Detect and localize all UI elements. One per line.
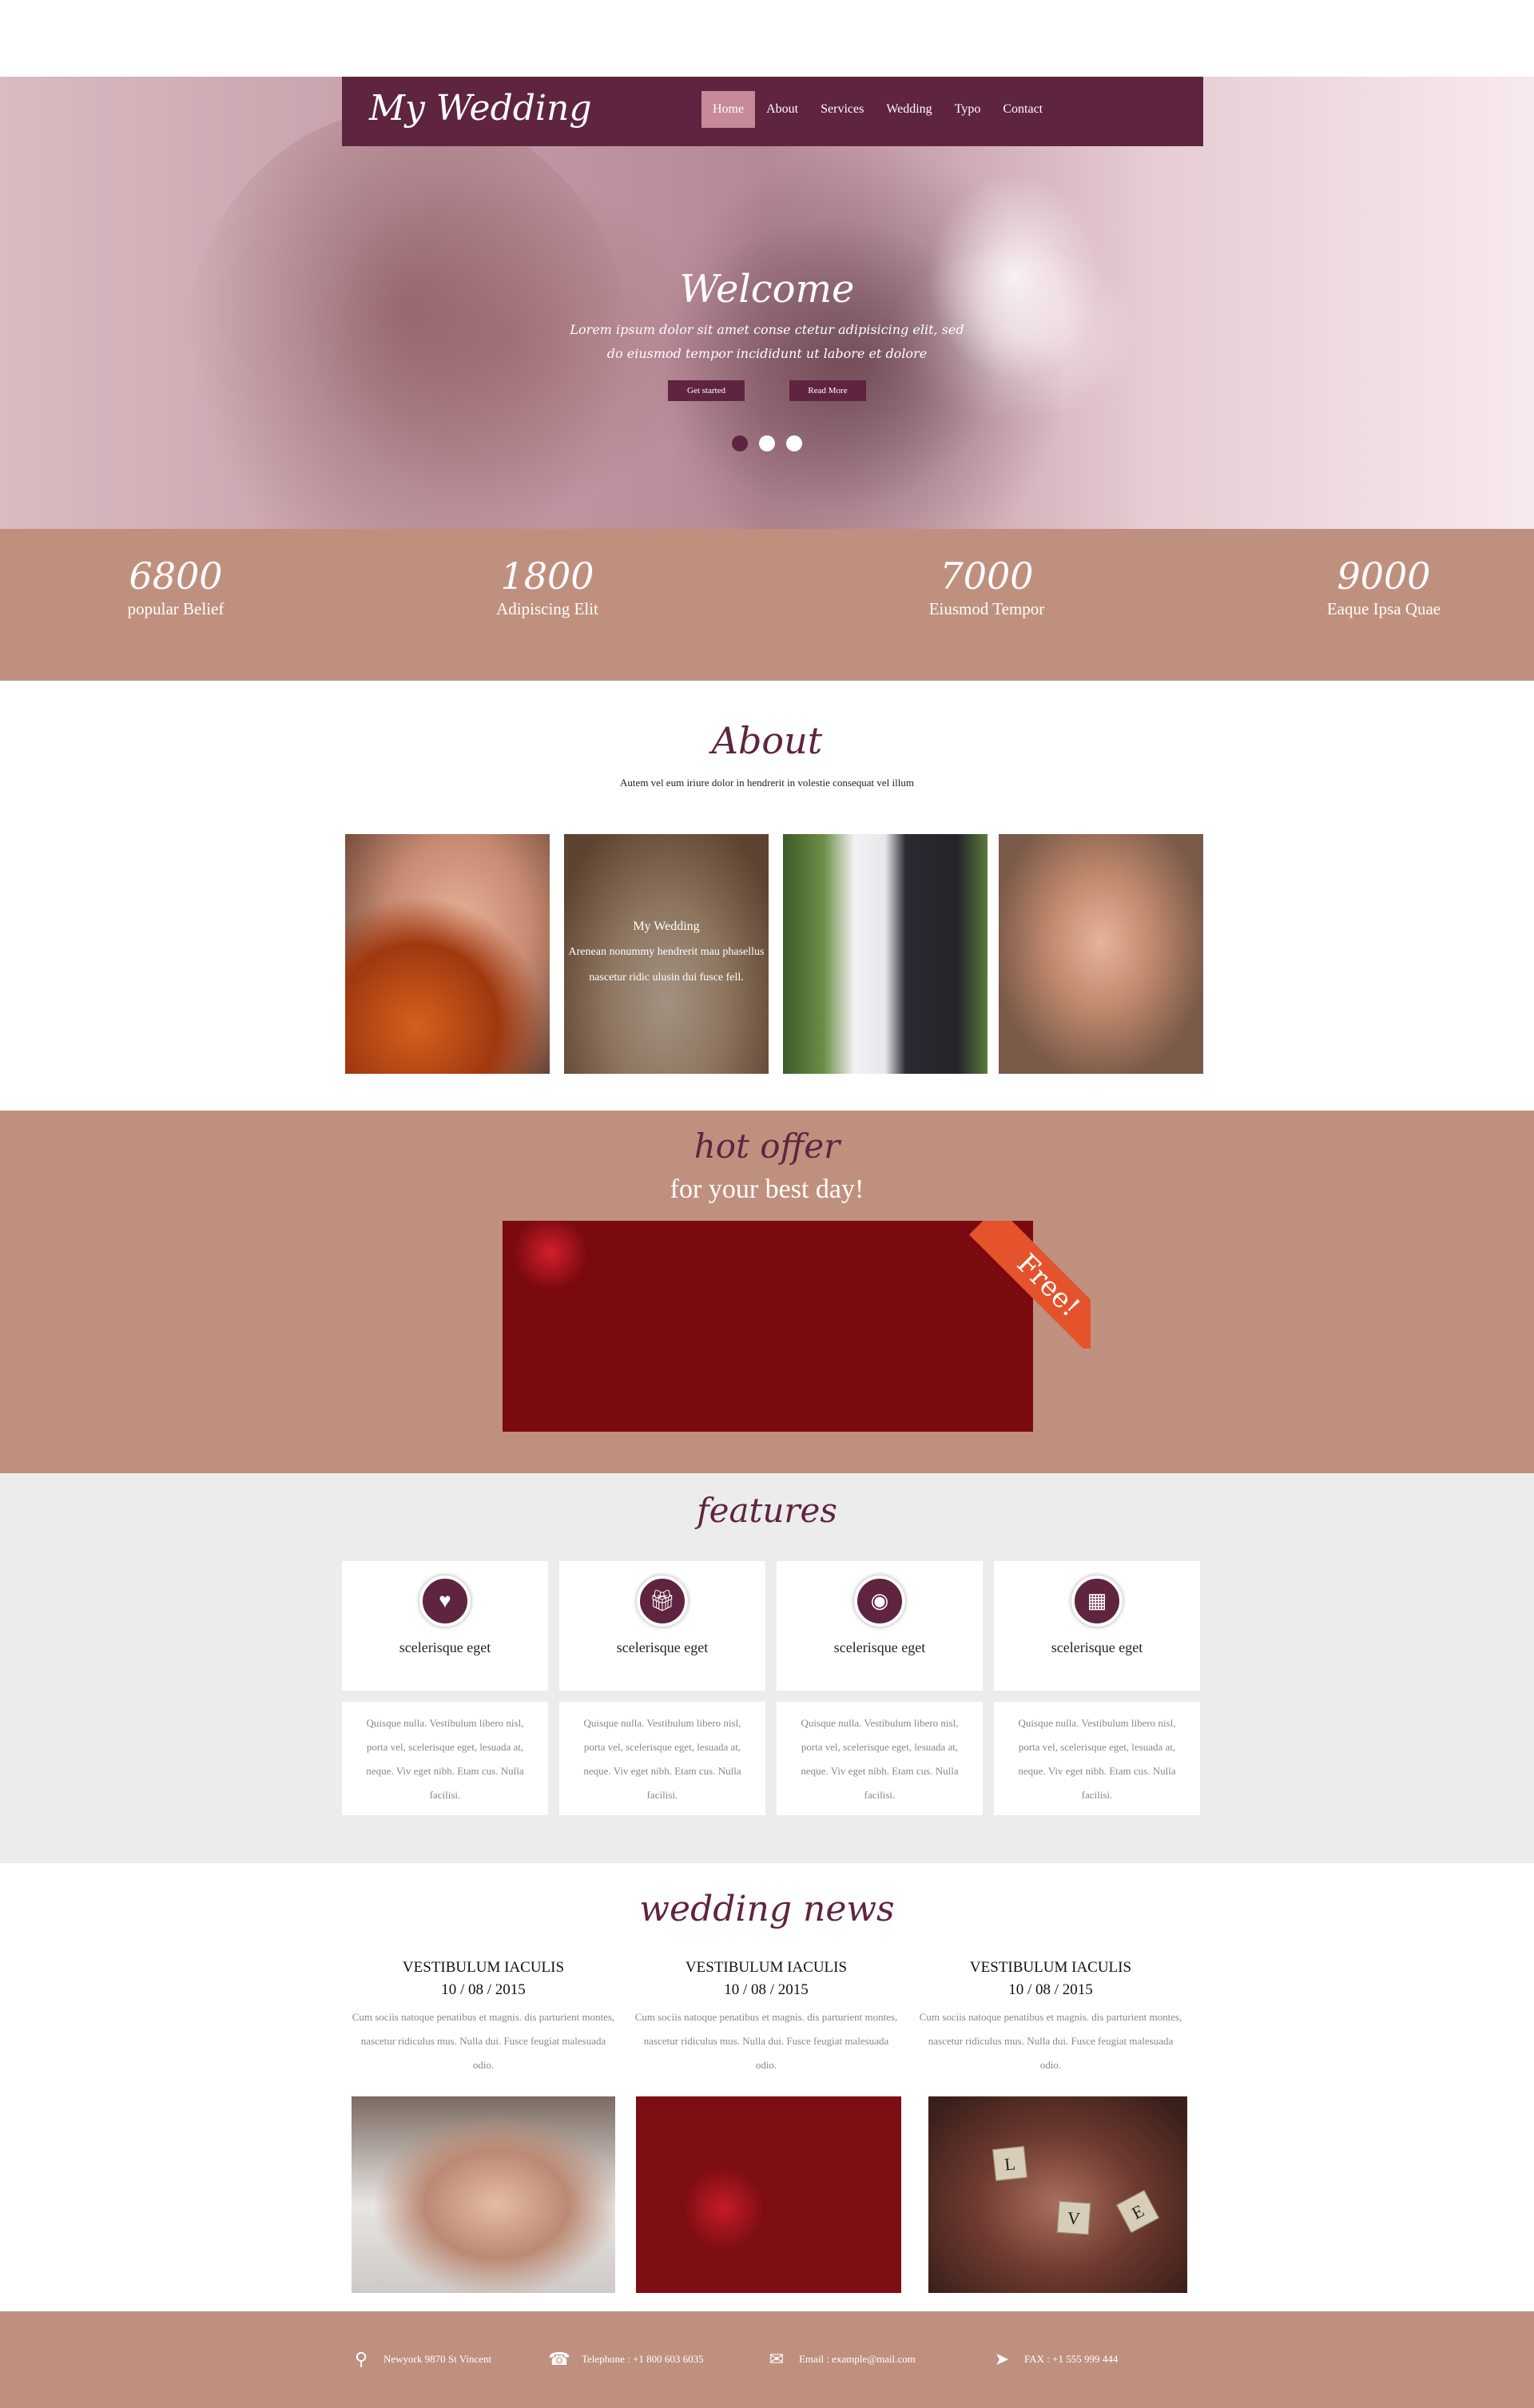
address-text: Newyork 9870 St Vincent [384,2353,492,2365]
hero-buttons: Get started Read More [0,380,1534,401]
footer-telephone: ☎ Telephone : +1 800 603 6035 [548,2348,704,2370]
gift-icon: 🎁︎ [637,1576,688,1627]
nav-item-wedding[interactable]: Wedding [875,91,943,128]
top-navbar: My Wedding Home About Services Wedding T… [342,77,1203,146]
stat-value: 6800 [129,554,223,598]
hero-welcome: Welcome Lorem ipsum dolor sit amet conse… [0,267,1534,366]
stat-value: 7000 [940,554,1034,598]
nav-item-contact[interactable]: Contact [992,91,1054,128]
about-subtitle: Autem vel eum iriure dolor in hendrerit … [620,777,914,789]
feature-text: Quisque nulla. Vestibulum libero nisl, p… [777,1702,983,1815]
stat-value: 9000 [1337,554,1431,598]
feature-card[interactable]: ▦ scelerisque eget [994,1561,1200,1691]
news-heading[interactable]: VESTIBULUM IACULIS [919,1959,1182,1977]
get-started-button[interactable]: Get started [668,380,745,401]
news-heading[interactable]: VESTIBULUM IACULIS [634,1959,898,1977]
stat-label: Adipiscing Elit [496,599,598,618]
fax-text: FAX : +1 555 999 444 [1024,2353,1119,2365]
feature-label: scelerisque eget [833,1639,926,1655]
feature-card[interactable]: 🎁︎ scelerisque eget [559,1561,765,1691]
news-date: 10 / 08 / 2015 [441,1981,526,1998]
slider-dot-1[interactable] [732,435,748,451]
stat-item: 7000 Eiusmod Tempor [867,554,1107,619]
gallery-photo-rings[interactable] [345,834,550,1074]
hero-text: Lorem ipsum dolor sit amet conse ctetur … [570,322,964,361]
feature-label: scelerisque eget [399,1639,491,1655]
nav-item-home[interactable]: Home [701,91,756,128]
gallery-photo-cake[interactable]: My Wedding Arenean nonummy hendrerit mau… [564,834,769,1074]
envelope-icon: ✉ [769,2349,785,2369]
slider-dot-3[interactable] [786,435,802,451]
stat-item: 9000 Eaque Ipsa Quae [1264,554,1504,619]
news-heading[interactable]: VESTIBULUM IACULIS [352,1959,615,1977]
overlay-text: Arenean nonummy hendrerit mau phasellus … [568,946,765,983]
news-item: VESTIBULUM IACULIS 10 / 08 / 2015 Cum so… [352,1959,615,2077]
stat-item: 6800 popular Belief [56,554,296,619]
news-title: wedding news [639,1889,895,1929]
feature-label: scelerisque eget [1051,1639,1143,1655]
heart-icon: ♥ [419,1576,471,1627]
hot-offer-section: hot offer for your best day! [0,1111,1534,1473]
news-item: VESTIBULUM IACULIS 10 / 08 / 2015 Cum so… [919,1959,1182,2077]
stat-item: 1800 Adipiscing Elit [427,554,667,619]
love-tile: V [1056,2200,1091,2235]
slider-dots [0,435,1534,451]
footer-address: ⚲ Newyork 9870 St Vincent [350,2348,491,2370]
feature-card[interactable]: ◉ scelerisque eget [777,1561,983,1691]
news-text: Cum sociis natoque penatibus et magnis. … [634,2011,898,2071]
love-tile: L [992,2146,1027,2181]
feature-card[interactable]: ♥ scelerisque eget [342,1561,548,1691]
feature-text: Quisque nulla. Vestibulum libero nisl, p… [342,1702,548,1815]
free-badge: Free! [969,1221,1091,1349]
read-more-button[interactable]: Read More [789,380,866,401]
site-logo[interactable]: My Wedding [369,88,591,129]
offer-roses-image[interactable] [503,1221,1033,1432]
gallery-photo-bride[interactable] [999,834,1203,1074]
offer-subtitle: for your best day! [670,1174,864,1204]
stat-label: Eiusmod Tempor [928,599,1045,618]
calendar-icon: ▦ [1071,1576,1123,1627]
news-item: VESTIBULUM IACULIS 10 / 08 / 2015 Cum so… [634,1959,898,2077]
stat-value: 1800 [500,554,594,598]
paper-plane-icon: ➤ [994,2349,1010,2369]
overlay-title: My Wedding [633,920,700,933]
slider-dot-2[interactable] [759,435,775,451]
footer-fax: ➤ FAX : +1 555 999 444 [991,2348,1118,2370]
footer: ⚲ Newyork 9870 St Vincent ☎ Telephone : … [0,2311,1534,2408]
news-photo-corsage[interactable] [636,2096,901,2293]
nav-item-services[interactable]: Services [809,91,875,128]
footer-email: ✉ Email : example@mail.com [765,2348,916,2370]
feature-text: Quisque nulla. Vestibulum libero nisl, p… [994,1702,1200,1815]
love-tile: E [1115,2189,1160,2234]
news-text: Cum sociis natoque penatibus et magnis. … [352,2011,615,2071]
feature-label: scelerisque eget [616,1639,709,1655]
free-ribbon: Free! [963,1221,1091,1349]
gallery-photo-couple[interactable] [783,834,988,1074]
map-pin-icon: ⚲ [354,2349,368,2369]
hero-title: Welcome [679,267,855,312]
news-date: 10 / 08 / 2015 [724,1981,809,1998]
features-title: features [697,1491,837,1530]
gallery-hover-overlay: My Wedding Arenean nonummy hendrerit mau… [564,834,769,1074]
camera-icon: ◉ [854,1576,905,1627]
stats-bar: 6800 popular Belief 1800 Adipiscing Elit… [0,529,1534,681]
stat-label: popular Belief [127,599,225,618]
news-photo-rings[interactable] [352,2096,615,2293]
nav-item-about[interactable]: About [755,91,809,128]
stat-label: Eaque Ipsa Quae [1326,599,1441,618]
offer-title: hot offer [693,1127,841,1166]
email-text[interactable]: Email : example@mail.com [799,2353,916,2366]
feature-text: Quisque nulla. Vestibulum libero nisl, p… [559,1702,765,1815]
news-photo-love[interactable]: L V E [928,2096,1187,2293]
news-text: Cum sociis natoque penatibus et magnis. … [919,2011,1182,2071]
features-section: features ♥ scelerisque eget 🎁︎ scelerisq… [0,1473,1534,1863]
nav-item-typo[interactable]: Typo [944,91,992,128]
main-nav: Home About Services Wedding Typo Contact [701,91,1054,128]
about-title: About [711,719,823,762]
telephone-text: Telephone : +1 800 603 6035 [582,2353,704,2365]
phone-icon: ☎ [548,2349,570,2369]
news-date: 10 / 08 / 2015 [1008,1981,1093,1998]
